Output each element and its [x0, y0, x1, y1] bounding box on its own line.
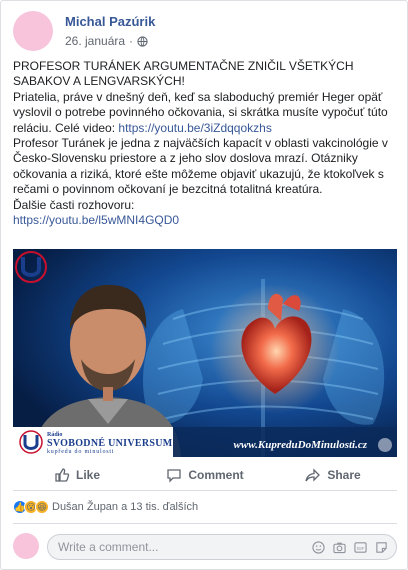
author-name[interactable]: Michal Pazúrik: [65, 14, 155, 29]
comment-input-icons: GIF: [312, 541, 388, 554]
svg-text:GIF: GIF: [357, 546, 365, 551]
comment-placeholder: Write a comment...: [58, 540, 159, 554]
post-meta: 26. januára ·: [65, 34, 148, 48]
video-thumbnail[interactable]: Rádio SVOBODNÉ UNIVERSUM kupředu do minu…: [13, 249, 397, 457]
share-label: Share: [327, 467, 361, 482]
share-button[interactable]: Share: [269, 459, 397, 490]
post-paragraph-3: Ďalšie časti rozhovoru:: [13, 197, 135, 212]
post-header: Michal Pazúrik 26. januára ·: [13, 11, 397, 51]
comment-composer: Write a comment... GIF: [13, 533, 397, 561]
reaction-icons: 👍 😮 😆: [13, 500, 49, 514]
post-card: Michal Pazúrik 26. januára · PROFESOR TU…: [0, 0, 408, 570]
post-text: PROFESOR TURÁNEK ARGUMENTAČNE ZNIČIL VŠE…: [13, 59, 397, 228]
thumbnail-art: [13, 249, 397, 457]
post-headline: PROFESOR TURÁNEK ARGUMENTAČNE ZNIČIL VŠE…: [13, 59, 354, 89]
brand-tagline: kupředu do minulosti: [47, 449, 115, 455]
share-icon: [305, 467, 321, 482]
globe-icon[interactable]: [137, 35, 148, 47]
like-label: Like: [75, 467, 100, 482]
reactions-text: Dušan Župan a 13 tis. ďalších: [52, 501, 199, 513]
like-button[interactable]: Like: [13, 459, 141, 490]
post-actions: Like Comment Share: [13, 459, 397, 491]
emoji-icon[interactable]: [312, 541, 325, 554]
post-date[interactable]: 26. januára: [65, 34, 125, 48]
site-url: www.KupreduDoMinulosti.cz: [233, 439, 367, 451]
author-avatar[interactable]: [13, 11, 53, 51]
gif-icon[interactable]: GIF: [354, 541, 367, 554]
thumbs-up-icon: [55, 467, 70, 482]
video-link-2[interactable]: https://youtu.be/l5wMNI4GQD0: [13, 213, 179, 227]
comment-icon: [167, 468, 181, 483]
post-paragraph-1: Priatelia, práve v dnešný deň, keď sa sl…: [13, 89, 388, 135]
divider: [13, 523, 397, 524]
comment-button[interactable]: Comment: [141, 459, 269, 490]
comment-label: Comment: [188, 467, 244, 482]
meta-separator: ·: [129, 34, 134, 48]
camera-icon[interactable]: [333, 541, 346, 554]
brand-name: SVOBODNÉ UNIVERSUM: [47, 438, 173, 449]
viewer-avatar: [13, 533, 39, 559]
video-link-1[interactable]: https://youtu.be/3iZdqqokzhs: [118, 121, 271, 135]
sticker-icon[interactable]: [375, 541, 388, 554]
comment-input[interactable]: Write a comment... GIF: [47, 534, 397, 560]
reactions-summary[interactable]: 👍 😮 😆 Dušan Župan a 13 tis. ďalších: [13, 497, 198, 517]
haha-reaction-icon: 😆: [35, 500, 49, 514]
post-paragraph-2: Profesor Turánek je jedna z najväčších k…: [13, 136, 388, 197]
